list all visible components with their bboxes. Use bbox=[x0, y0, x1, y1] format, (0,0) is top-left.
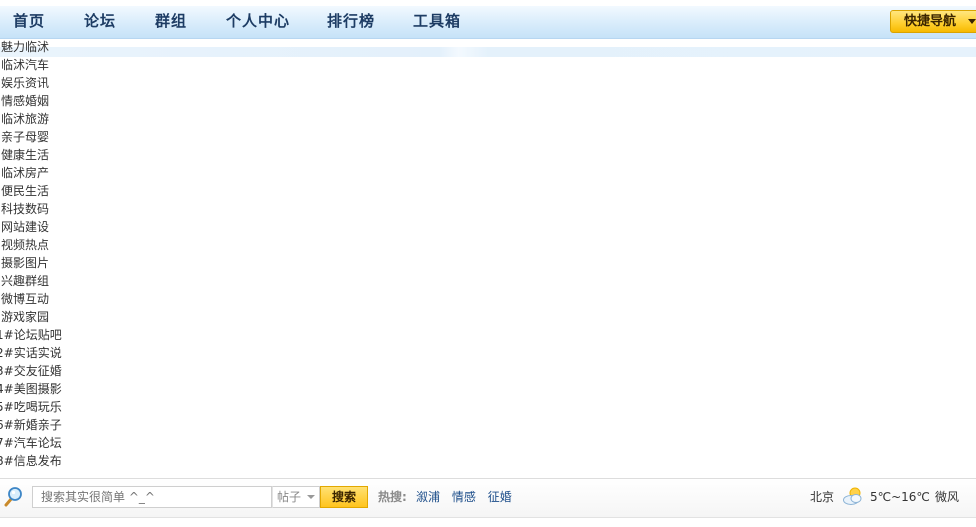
category-item[interactable]: 摄影图片 bbox=[1, 254, 49, 272]
weather-temperature: 5℃~16℃ bbox=[870, 490, 930, 504]
category-item[interactable]: 情感婚姻 bbox=[1, 92, 49, 110]
nav-toolbox[interactable]: 工具箱 bbox=[413, 6, 461, 38]
category-item[interactable]: 科技数码 bbox=[1, 200, 49, 218]
forum-item[interactable]: 2#实话实说 bbox=[0, 344, 62, 362]
search-input[interactable] bbox=[32, 486, 272, 508]
search-button[interactable]: 搜索 bbox=[320, 486, 368, 508]
nav-ranking[interactable]: 排行榜 bbox=[327, 6, 375, 38]
forum-item[interactable]: 4#美图摄影 bbox=[0, 380, 62, 398]
main-navbar: 首页 论坛 群组 个人中心 排行榜 工具箱 bbox=[0, 6, 976, 39]
forum-item[interactable]: 5#吃喝玩乐 bbox=[0, 398, 62, 416]
category-item[interactable]: 微博互动 bbox=[1, 290, 49, 308]
hot-search-label: 热搜: bbox=[378, 490, 407, 504]
bottom-toolbar: 帖子 搜索 热搜: 溆浦 情感 征婚 北京 5℃~16℃ 微风 bbox=[0, 478, 976, 518]
forum-item[interactable]: 6#新婚亲子 bbox=[0, 416, 62, 434]
category-item[interactable]: 便民生活 bbox=[1, 182, 49, 200]
nav-groups[interactable]: 群组 bbox=[155, 6, 187, 38]
forum-item[interactable]: 1#论坛贴吧 bbox=[0, 326, 62, 344]
category-item[interactable]: 临沭汽车 bbox=[1, 56, 49, 74]
hot-search-link[interactable]: 征婚 bbox=[488, 490, 512, 504]
category-item[interactable]: 临沭旅游 bbox=[1, 110, 49, 128]
category-item[interactable]: 临沭房产 bbox=[1, 164, 49, 182]
hot-search-links: 溆浦 情感 征婚 bbox=[416, 489, 520, 505]
category-item[interactable]: 视频热点 bbox=[1, 236, 49, 254]
sub-nav-strip bbox=[0, 47, 976, 57]
category-item[interactable]: 亲子母婴 bbox=[1, 128, 49, 146]
forum-menu: 1#论坛贴吧 2#实话实说 3#交友征婚 4#美图摄影 5#吃喝玩乐 6#新婚亲… bbox=[0, 326, 62, 470]
forum-item[interactable]: 8#信息发布 bbox=[0, 452, 62, 470]
nav-user-center[interactable]: 个人中心 bbox=[226, 6, 290, 38]
search-type-value: 帖子 bbox=[277, 490, 302, 504]
category-item[interactable]: 娱乐资讯 bbox=[1, 74, 49, 92]
chevron-down-icon bbox=[307, 495, 315, 499]
category-item[interactable]: 魅力临沭 bbox=[1, 38, 49, 56]
weather-wind: 微风 bbox=[935, 490, 960, 504]
forum-item[interactable]: 3#交友征婚 bbox=[0, 362, 62, 380]
quick-nav-button[interactable]: 快捷导航 bbox=[890, 10, 976, 33]
category-item[interactable]: 兴趣群组 bbox=[1, 272, 49, 290]
magnifier-icon bbox=[4, 487, 22, 507]
nav-forum[interactable]: 论坛 bbox=[84, 6, 116, 38]
category-item[interactable]: 健康生活 bbox=[1, 146, 49, 164]
quick-nav-label: 快捷导航 bbox=[904, 14, 957, 29]
forum-item[interactable]: 7#汽车论坛 bbox=[0, 434, 62, 452]
category-item[interactable]: 游戏家园 bbox=[1, 308, 49, 326]
partly-cloudy-icon bbox=[843, 487, 862, 505]
nav-home[interactable]: 首页 bbox=[13, 6, 45, 38]
hot-search-link[interactable]: 情感 bbox=[452, 490, 476, 504]
chevron-down-icon bbox=[968, 19, 976, 24]
search-type-select[interactable]: 帖子 bbox=[272, 486, 320, 508]
hot-search-link[interactable]: 溆浦 bbox=[416, 490, 440, 504]
category-item[interactable]: 网站建设 bbox=[1, 218, 49, 236]
weather-city: 北京 bbox=[810, 490, 835, 504]
category-menu: 魅力临沭 临沭汽车 娱乐资讯 情感婚姻 临沭旅游 亲子母婴 健康生活 临沭房产 … bbox=[1, 38, 49, 326]
